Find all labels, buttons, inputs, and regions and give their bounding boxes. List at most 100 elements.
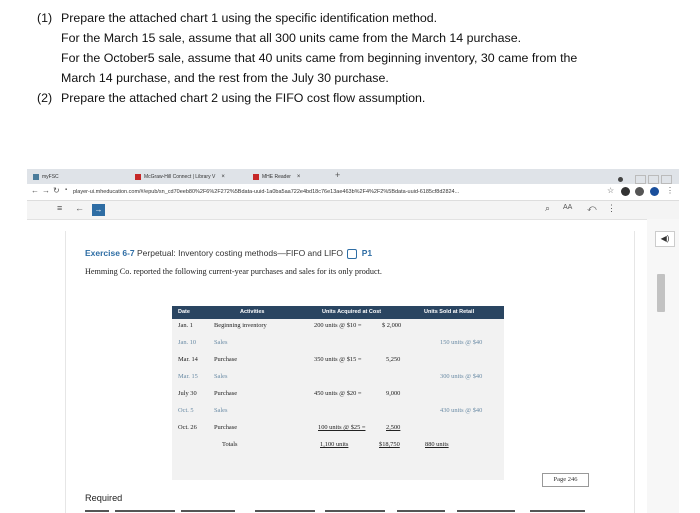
extension-icon[interactable] — [635, 187, 644, 196]
learning-objective-badge: P1 — [361, 248, 373, 258]
instructions: (1) Prepare the attached chart 1 using t… — [37, 8, 687, 108]
close-icon[interactable]: × — [221, 174, 225, 180]
instruction-line: For the October5 sale, assume that 40 un… — [61, 51, 578, 65]
reload-icon[interactable]: ↻ — [53, 186, 60, 195]
instruction-line: For the March 15 sale, assume that all 3… — [61, 31, 522, 45]
cell-activity: Totals — [222, 441, 238, 448]
instruction-line: Prepare the attached chart 2 using the F… — [61, 91, 426, 105]
tab-label: McGraw-Hill Connect | Library V — [144, 174, 216, 180]
inventory-table: Date Activities Units Acquired at Cost U… — [172, 306, 504, 480]
star-icon[interactable]: ☆ — [607, 186, 614, 195]
close-icon[interactable]: × — [297, 174, 301, 180]
cell-acquired: 350 units @ $15 = — [314, 356, 362, 363]
extension-icon[interactable] — [621, 187, 630, 196]
window-controls[interactable] — [633, 171, 673, 184]
instruction-number: (1) — [37, 11, 53, 25]
cell-amount: 9,000 — [386, 390, 401, 397]
cell-date: Oct. 5 — [178, 407, 194, 414]
cell-activity: Beginning inventory — [214, 322, 267, 329]
cell-date: Jan. 1 — [178, 322, 193, 329]
text-size-icon[interactable]: AA — [563, 204, 572, 211]
header-activities: Activities — [240, 309, 265, 315]
address-bar-row: ← → ↻ ▪ player-ui.mheducation.com/#/epub… — [27, 184, 679, 201]
table-row: Mar. 14 Purchase 350 units @ $15 = 5,250 — [172, 354, 504, 368]
profile-avatar-icon[interactable] — [650, 187, 659, 196]
instruction-line: Prepare the attached chart 1 using the s… — [61, 11, 438, 25]
table-row: Mar. 15 Sales 300 units @ $40 — [172, 371, 504, 385]
required-heading: Required — [85, 493, 123, 503]
next-page-button[interactable]: → — [92, 204, 105, 216]
cell-sold: 150 units @ $40 — [440, 339, 483, 346]
cell-activity: Purchase — [214, 356, 238, 363]
cell-activity: Sales — [214, 373, 228, 380]
cell-acquired: 200 units @ $10 = — [314, 322, 362, 329]
exercise-intro: Hemming Co. reported the following curre… — [85, 267, 382, 276]
table-row: Jan. 1 Beginning inventory 200 units @ $… — [172, 320, 504, 334]
search-icon[interactable]: ⌕ — [545, 203, 550, 214]
cell-amount: $ 2,000 — [382, 322, 402, 329]
url-field[interactable]: player-ui.mheducation.com/#/epub/sn_cd70… — [73, 187, 593, 197]
favicon-icon — [135, 173, 141, 180]
more-options-icon[interactable]: ⋮ — [607, 203, 616, 214]
page-number-label: Page 246 — [542, 473, 589, 487]
table-header: Date Activities Units Acquired at Cost U… — [172, 306, 504, 319]
table-row: Oct. 5 Sales 430 units @ $40 — [172, 405, 504, 419]
header-date: Date — [178, 309, 190, 315]
scrollbar-thumb[interactable] — [657, 274, 665, 312]
cell-sold: 880 units — [425, 441, 449, 448]
toc-menu-icon[interactable]: ≡ — [57, 203, 62, 213]
favicon-icon — [253, 173, 259, 180]
browser-tab-active[interactable]: MHE Reader × — [253, 171, 300, 184]
cell-amount: 5,250 — [386, 356, 401, 363]
ebook-page: Exercise 6-7 Perpetual: Inventory costin… — [65, 231, 635, 513]
lock-icon: ▪ — [65, 187, 68, 193]
cell-date: July 30 — [178, 390, 197, 397]
exercise-heading: Exercise 6-7 Perpetual: Inventory costin… — [85, 248, 372, 259]
instruction-line: March 14 purchase, and the rest from the… — [61, 71, 389, 85]
guided-example-icon[interactable] — [347, 248, 358, 259]
cell-date: Jan. 10 — [178, 339, 197, 346]
table-row-totals: Totals 1,100 units $18,750 880 units — [172, 439, 504, 453]
menu-dots-icon[interactable]: ⋮ — [666, 186, 674, 195]
cell-activity: Sales — [214, 407, 228, 414]
header-units-sold: Units Sold at Retail — [424, 309, 475, 315]
forward-arrow-icon[interactable]: → — [42, 186, 50, 195]
tab-label: myFSC — [42, 174, 59, 180]
cell-activity: Sales — [214, 339, 228, 346]
cell-date: Oct. 26 — [178, 424, 197, 431]
cut-off-text-line — [85, 510, 585, 512]
browser-tab-bar: myFSC McGraw-Hill Connect | Library V × M… — [27, 169, 679, 184]
cell-acquired: 100 units @ $25 = — [318, 424, 366, 431]
cell-date: Mar. 14 — [178, 356, 198, 363]
cell-acquired: 450 units @ $20 = — [314, 390, 362, 397]
table-row: Oct. 26 Purchase 100 units @ $25 = 2,500 — [172, 422, 504, 436]
table-row: July 30 Purchase 450 units @ $20 = 9,000 — [172, 388, 504, 402]
cell-date: Mar. 15 — [178, 373, 198, 380]
cell-sold: 430 units @ $40 — [440, 407, 483, 414]
cell-amount: 2,500 — [386, 424, 401, 431]
tab-label: MHE Reader — [262, 174, 291, 180]
share-icon[interactable]: ⤺ — [587, 203, 597, 214]
browser-tab[interactable]: McGraw-Hill Connect | Library V × — [135, 171, 225, 184]
reader-toolbar: ≡ ← → ⌕ AA ⤺ ⋮ — [27, 201, 679, 220]
header-units-acquired: Units Acquired at Cost — [322, 309, 382, 315]
cell-activity: Purchase — [214, 390, 238, 397]
cell-sold: 300 units @ $40 — [440, 373, 483, 380]
favicon-icon — [33, 173, 39, 180]
exercise-code: Exercise 6-7 — [85, 248, 135, 258]
cell-amount: $18,750 — [379, 441, 400, 448]
instruction-1: (1) Prepare the attached chart 1 using t… — [37, 8, 687, 88]
instruction-2: (2) Prepare the attached chart 2 using t… — [37, 88, 687, 108]
table-row: Jan. 10 Sales 150 units @ $40 — [172, 337, 504, 351]
back-arrow-icon[interactable]: ← — [31, 186, 39, 195]
status-dot-icon — [618, 177, 623, 182]
cell-activity: Purchase — [214, 424, 238, 431]
previous-page-icon[interactable]: ← — [75, 203, 84, 213]
instruction-number: (2) — [37, 91, 53, 105]
embedded-screenshot: myFSC McGraw-Hill Connect | Library V × M… — [27, 169, 679, 513]
audio-icon[interactable]: ◀) — [655, 231, 675, 247]
new-tab-icon[interactable]: + — [335, 170, 340, 180]
exercise-title: Perpetual: Inventory costing methods—FIF… — [137, 248, 343, 258]
cell-acquired: 1,100 units — [320, 441, 349, 448]
browser-tab[interactable]: myFSC — [33, 171, 59, 184]
